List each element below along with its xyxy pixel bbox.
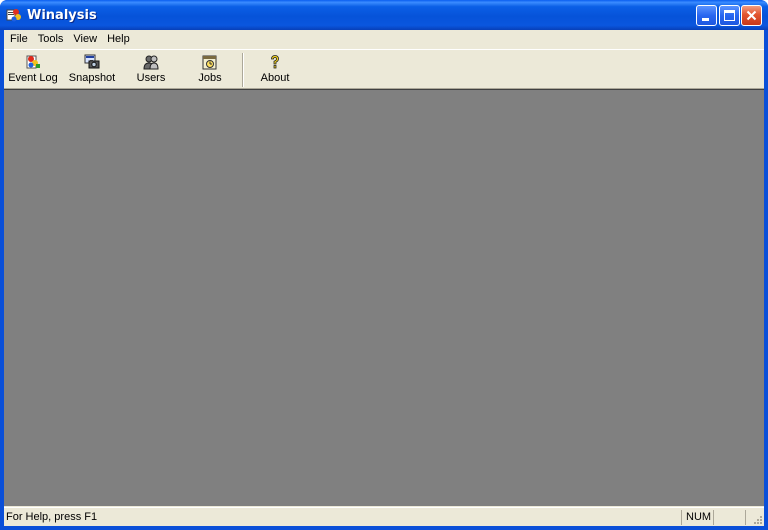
winalysis-app-icon[interactable] <box>6 7 22 23</box>
mdi-workspace[interactable] <box>4 89 764 506</box>
client-area: File Tools View Help Event Log Snapshot … <box>4 30 764 526</box>
status-bar: For Help, press F1 NUM <box>4 507 764 526</box>
toolbar: Event Log Snapshot Users Jobs About <box>4 49 764 89</box>
snapshot-label: Snapshot <box>68 72 116 84</box>
about-icon <box>271 55 279 69</box>
event-log-label: Event Log <box>8 72 58 84</box>
about-label: About <box>260 72 290 84</box>
minimize-icon <box>702 18 709 21</box>
jobs-label: Jobs <box>198 72 222 84</box>
close-button[interactable] <box>741 5 762 26</box>
maximize-button[interactable] <box>719 5 740 26</box>
about-button[interactable]: About <box>250 53 300 87</box>
menu-bar: File Tools View Help <box>4 30 764 49</box>
window-frame-right[interactable] <box>764 30 768 530</box>
title-bar[interactable]: Winalysis <box>0 0 768 30</box>
minimize-button[interactable] <box>696 5 717 26</box>
window-frame-bottom[interactable] <box>0 526 768 530</box>
menu-help[interactable]: Help <box>102 31 135 48</box>
menu-view[interactable]: View <box>68 31 102 48</box>
resize-grip-icon[interactable] <box>751 513 763 525</box>
status-pane-small <box>745 510 750 525</box>
status-pane-empty <box>713 510 745 525</box>
jobs-button[interactable]: Jobs <box>185 53 235 87</box>
jobs-icon <box>202 55 217 70</box>
event-log-button[interactable]: Event Log <box>6 53 60 87</box>
maximize-icon <box>724 10 735 21</box>
users-label: Users <box>136 72 166 84</box>
snapshot-icon <box>84 54 100 69</box>
users-icon <box>143 55 159 70</box>
close-icon <box>746 10 757 21</box>
users-button[interactable]: Users <box>126 53 176 87</box>
snapshot-button[interactable]: Snapshot <box>66 53 118 87</box>
menu-file[interactable]: File <box>5 31 33 48</box>
event-log-icon <box>26 55 40 69</box>
status-message: For Help, press F1 <box>6 511 98 523</box>
menu-tools[interactable]: Tools <box>33 31 69 48</box>
num-lock-indicator: NUM <box>681 510 713 525</box>
window-title: Winalysis <box>27 8 97 23</box>
toolbar-separator <box>242 53 244 87</box>
app-window: Winalysis File Tools View Help Event Log… <box>0 0 768 530</box>
